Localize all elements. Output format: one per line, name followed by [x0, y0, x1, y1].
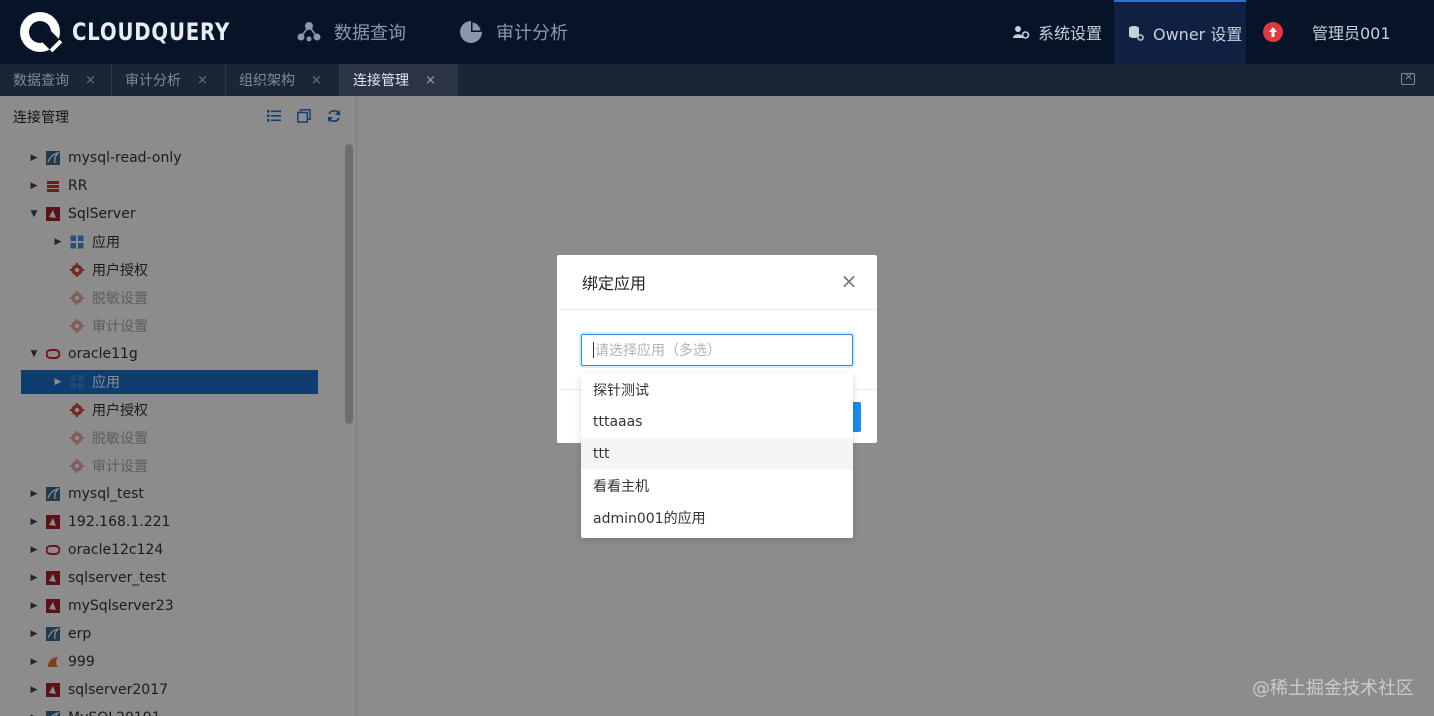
- dropdown-option[interactable]: ttt: [581, 438, 853, 470]
- text-cursor: [593, 342, 594, 358]
- system-settings-label: 系统设置: [1038, 24, 1103, 43]
- watermark: @稀土掘金技术社区: [1252, 678, 1414, 699]
- app-select-dropdown: 探针测试 tttaaas ttt 看看主机 admin001的应用: [581, 373, 853, 538]
- close-icon[interactable]: ×: [85, 73, 96, 88]
- dropdown-option[interactable]: tttaaas: [581, 406, 853, 438]
- tab-label: 组织架构: [239, 73, 295, 89]
- confirm-button[interactable]: [853, 402, 861, 432]
- tab-label: 审计分析: [125, 73, 181, 89]
- close-icon[interactable]: ×: [311, 73, 322, 88]
- close-icon[interactable]: ×: [197, 73, 208, 88]
- modal-header: 绑定应用 ×: [557, 255, 877, 310]
- tab-connection-management[interactable]: 连接管理 ×: [340, 64, 458, 96]
- owner-settings-label: Owner 设置: [1153, 25, 1243, 44]
- logo-mark-icon: [20, 12, 60, 52]
- nodes-icon: [296, 19, 322, 45]
- database-gear-icon: [1127, 24, 1145, 42]
- nav-data-query[interactable]: 数据查询: [296, 0, 406, 64]
- upload-alert-icon[interactable]: [1263, 22, 1283, 42]
- tab-bar: 数据查询 × 审计分析 × 组织架构 × 连接管理 ×: [0, 64, 1434, 96]
- app-multi-select[interactable]: 请选择应用（多选）: [581, 334, 853, 366]
- close-icon[interactable]: ×: [425, 73, 436, 88]
- tab-label: 连接管理: [353, 73, 409, 89]
- owner-settings-button[interactable]: Owner 设置: [1114, 0, 1246, 64]
- tab-audit-analysis[interactable]: 审计分析 ×: [112, 64, 226, 96]
- top-header: CLOUDQUERY 数据查询 审计分析 系统设置 Owner 设置 管理员00…: [0, 0, 1434, 64]
- tab-label: 数据查询: [13, 73, 69, 89]
- select-placeholder: 请选择应用（多选）: [595, 343, 721, 359]
- nav-data-query-label: 数据查询: [334, 23, 406, 44]
- users-gear-icon: [1012, 23, 1030, 41]
- tab-data-query[interactable]: 数据查询 ×: [0, 64, 112, 96]
- dropdown-option[interactable]: 探针测试: [581, 374, 853, 406]
- close-all-tabs-icon[interactable]: [1401, 70, 1415, 85]
- admin-user-menu[interactable]: 管理员001: [1312, 0, 1391, 64]
- dropdown-option[interactable]: admin001的应用: [581, 502, 853, 534]
- tab-org-structure[interactable]: 组织架构 ×: [226, 64, 340, 96]
- logo[interactable]: CLOUDQUERY: [20, 10, 265, 54]
- pie-chart-icon: [458, 19, 484, 45]
- nav-audit-analysis[interactable]: 审计分析: [458, 0, 568, 64]
- system-settings-button[interactable]: 系统设置: [1012, 0, 1102, 64]
- close-icon[interactable]: ×: [841, 271, 858, 291]
- modal-title: 绑定应用: [582, 274, 647, 293]
- dropdown-option[interactable]: 看看主机: [581, 470, 853, 502]
- logo-text: CLOUDQUERY: [72, 18, 231, 46]
- nav-audit-analysis-label: 审计分析: [496, 23, 568, 44]
